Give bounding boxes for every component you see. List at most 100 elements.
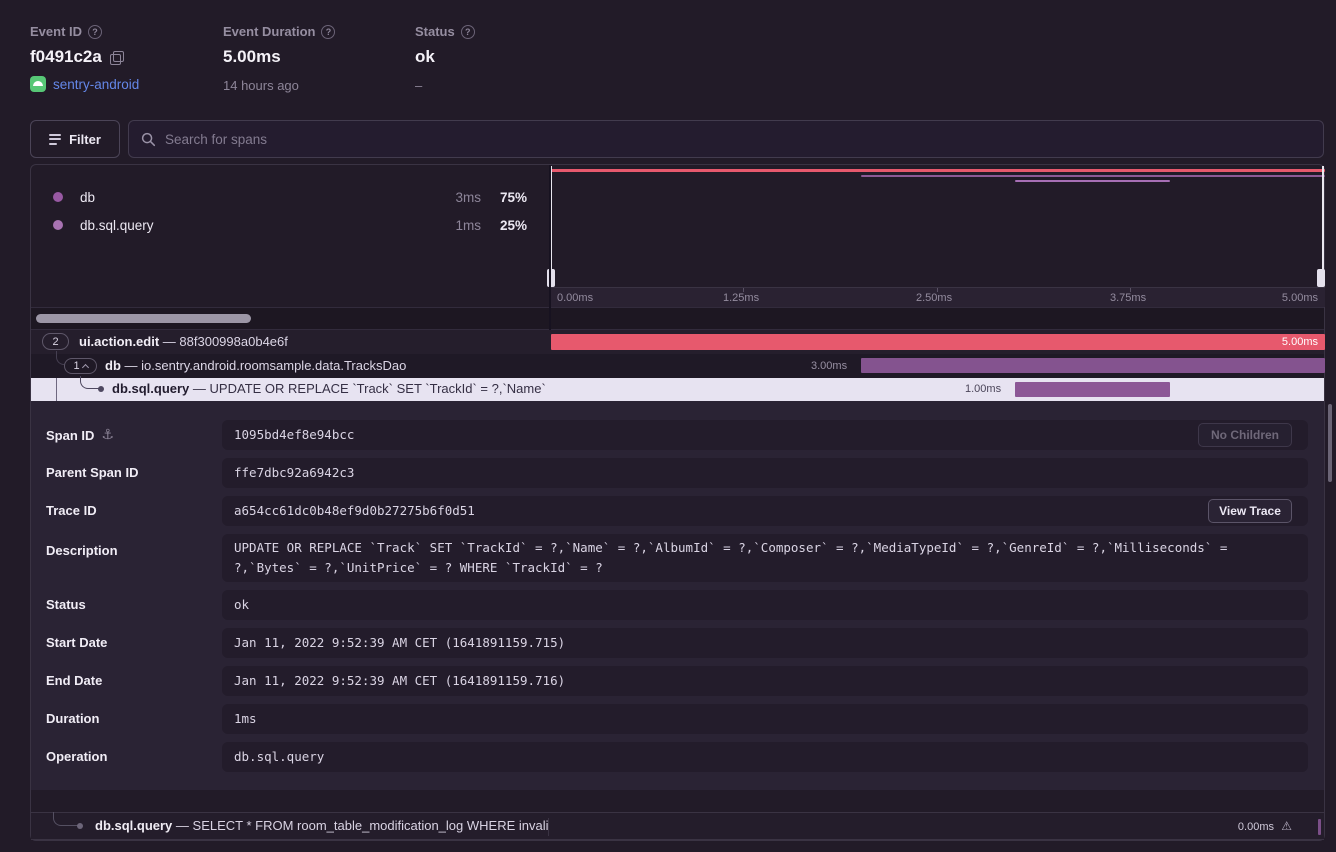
help-icon[interactable]: ? <box>321 25 335 39</box>
separator: — <box>176 818 189 833</box>
axis-label: 5.00ms <box>1282 292 1318 304</box>
project-name[interactable]: sentry-android <box>53 77 139 92</box>
separator: — <box>163 334 176 349</box>
detail-value-start-date: Jan 11, 2022 9:52:39 AM CET (1641891159.… <box>222 628 1308 658</box>
chevron-up-icon <box>82 363 89 370</box>
tree-connector <box>53 812 79 826</box>
vertical-scrollbar-thumb[interactable] <box>1328 404 1332 482</box>
help-icon[interactable]: ? <box>88 25 102 39</box>
op-name: db <box>80 190 95 205</box>
detail-value-span-id: 1095bd4ef8e94bcc <box>222 420 1308 450</box>
event-duration-section: Event Duration? 5.00ms 14 hours ago <box>223 24 335 93</box>
span-desc: 88f300998a0b4e6f <box>179 334 287 349</box>
project-link[interactable]: sentry-android <box>30 76 139 92</box>
children-count: 1 <box>73 360 79 372</box>
help-icon[interactable]: ? <box>461 25 475 39</box>
view-trace-button[interactable]: View Trace <box>1208 499 1292 523</box>
search-icon <box>141 132 156 147</box>
op-duration: 1ms <box>455 218 481 233</box>
span-duration-label: 0.00ms <box>1238 821 1274 833</box>
span-row-ui-action-edit[interactable]: 2 ui.action.edit — 88f300998a0b4e6f 5.00… <box>31 330 1324 354</box>
children-count-pill[interactable]: 2 <box>42 333 69 350</box>
span-duration-label: 3.00ms <box>811 360 847 372</box>
tree-guide-line <box>56 378 57 401</box>
span-detail-page: Event ID? f0491c2a sentry-android Event … <box>0 0 1336 852</box>
separator: — <box>125 358 138 373</box>
search-input[interactable] <box>165 132 1311 147</box>
children-count: 2 <box>52 336 58 348</box>
detail-label-start-date: Start Date <box>46 635 107 650</box>
span-row-db[interactable]: 1 db — io.sentry.android.roomsample.data… <box>31 354 1324 378</box>
detail-label-operation: Operation <box>46 749 107 764</box>
anchor-icon[interactable]: ⚓ <box>101 427 114 443</box>
op-percent: 25% <box>500 218 527 233</box>
detail-label-parent-span-id: Parent Span ID <box>46 465 138 480</box>
span-bar-ui-action-edit[interactable] <box>551 334 1325 350</box>
filter-icon <box>49 134 61 145</box>
minimap-span-db-sql-query <box>1015 180 1170 182</box>
op-percent: 75% <box>500 190 527 205</box>
span-search-bar[interactable] <box>128 120 1324 158</box>
op-color-dot <box>53 192 63 202</box>
span-bar-db-sql-query[interactable] <box>1015 382 1170 397</box>
span-bar-zero-duration <box>1318 819 1321 835</box>
tree-connector <box>80 376 100 389</box>
axis-label: 3.75ms <box>1110 292 1146 304</box>
copy-icon[interactable] <box>110 51 123 64</box>
detail-label-span-id: Span ID⚓ <box>46 427 114 443</box>
ops-breakdown-row[interactable]: db.sql.query 1ms 25% <box>31 212 549 238</box>
minimap-right-handle[interactable] <box>1322 166 1324 270</box>
span-op: db <box>105 358 121 373</box>
android-icon <box>30 76 46 92</box>
filter-button-label: Filter <box>69 132 101 147</box>
op-duration: 3ms <box>455 190 481 205</box>
axis-label: 0.00ms <box>557 292 593 304</box>
detail-label-trace-id: Trace ID <box>46 503 97 518</box>
separator: — <box>193 381 206 396</box>
leaf-dot <box>77 823 83 829</box>
status-value: ok <box>415 47 435 67</box>
detail-value-status: ok <box>222 590 1308 620</box>
span-row-db-sql-query-selected[interactable]: db.sql.query — UPDATE OR REPLACE `Track`… <box>31 378 1324 401</box>
span-desc: io.sentry.android.roomsample.data.Tracks… <box>141 358 406 373</box>
span-desc: UPDATE OR REPLACE `Track` SET `TrackId` … <box>210 381 549 396</box>
span-duration-label: 5.00ms <box>1282 336 1318 348</box>
detail-label-duration: Duration <box>46 711 99 726</box>
op-name: db.sql.query <box>80 218 154 233</box>
event-duration-label: Event Duration <box>223 24 315 39</box>
minimap-right-handle-grip[interactable] <box>1317 269 1325 287</box>
span-op: db.sql.query <box>112 381 189 396</box>
span-row-db-sql-query-select[interactable]: db.sql.query — SELECT * FROM room_table_… <box>31 812 1324 840</box>
no-children-button: No Children <box>1198 423 1292 447</box>
event-id-label: Event ID <box>30 24 82 39</box>
span-op: ui.action.edit <box>79 334 159 349</box>
span-desc: SELECT * FROM room_table_modification_lo… <box>193 818 549 833</box>
detail-label-status: Status <box>46 597 86 612</box>
tree-connector <box>56 351 64 365</box>
detail-value-trace-id: a654cc61dc0b48ef9d0b27275b6f0d51 <box>222 496 1308 526</box>
event-id-value: f0491c2a <box>30 47 102 67</box>
detail-label-description: Description <box>46 543 118 558</box>
event-age: 14 hours ago <box>223 78 335 93</box>
status-sub: – <box>415 78 475 93</box>
detail-value-operation: db.sql.query <box>222 742 1308 772</box>
detail-value-parent-span-id: ffe7dbc92a6942c3 <box>222 458 1308 488</box>
event-id-section: Event ID? f0491c2a sentry-android <box>30 24 139 92</box>
status-section: Status? ok – <box>415 24 475 93</box>
detail-value-end-date: Jan 11, 2022 9:52:39 AM CET (1641891159.… <box>222 666 1308 696</box>
warning-icon: ⚠ <box>1281 819 1292 833</box>
span-op: db.sql.query <box>95 818 172 833</box>
ops-breakdown-row[interactable]: db 3ms 75% <box>31 184 549 210</box>
leaf-dot <box>98 386 104 392</box>
detail-value-description: UPDATE OR REPLACE `Track` SET `TrackId` … <box>222 534 1308 582</box>
detail-value-duration: 1ms <box>222 704 1308 734</box>
span-bar-db[interactable] <box>861 358 1325 373</box>
span-duration-label: 1.00ms <box>965 383 1001 395</box>
op-color-dot <box>53 220 63 230</box>
children-count-pill[interactable]: 1 <box>64 358 97 374</box>
filter-button[interactable]: Filter <box>30 120 120 158</box>
status-label: Status <box>415 24 455 39</box>
axis-label: 2.50ms <box>916 292 952 304</box>
time-axis: 0.00ms 1.25ms 2.50ms 3.75ms 5.00ms <box>550 287 1325 307</box>
tree-scrollbar-thumb[interactable] <box>36 314 251 323</box>
